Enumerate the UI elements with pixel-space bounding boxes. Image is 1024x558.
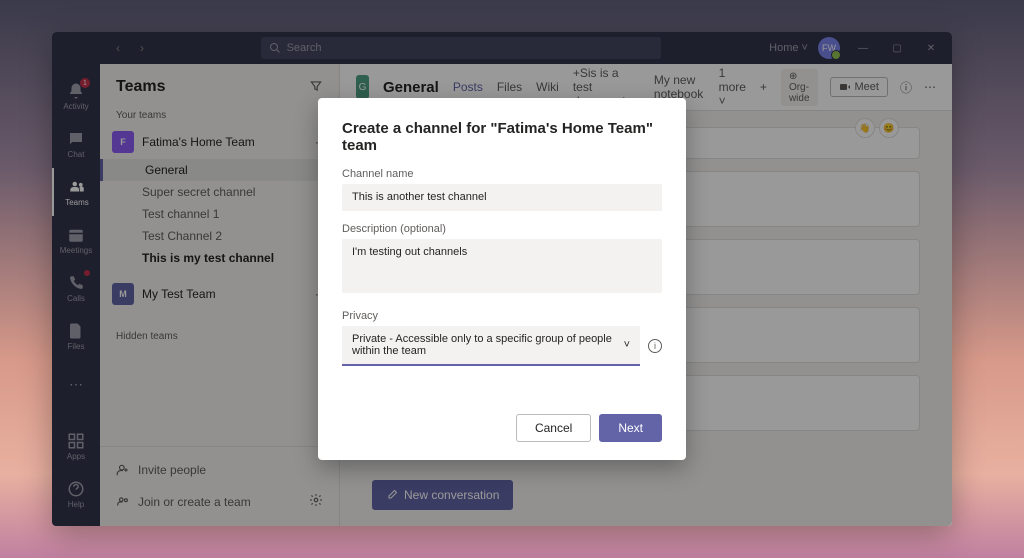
channel-name-label: Channel name xyxy=(342,168,662,180)
modal-overlay: Create a channel for "Fatima's Home Team… xyxy=(52,32,952,526)
app-window: Activity 1 Chat Teams Meetings Calls Fil… xyxy=(52,32,952,526)
next-button[interactable]: Next xyxy=(599,414,662,442)
create-channel-modal: Create a channel for "Fatima's Home Team… xyxy=(318,98,686,460)
privacy-select[interactable]: Private - Accessible only to a specific … xyxy=(342,326,640,366)
modal-title: Create a channel for "Fatima's Home Team… xyxy=(342,120,662,154)
description-label: Description (optional) xyxy=(342,223,662,235)
privacy-label: Privacy xyxy=(342,310,662,322)
cancel-button[interactable]: Cancel xyxy=(516,414,591,442)
description-input[interactable] xyxy=(342,239,662,293)
info-icon[interactable]: i xyxy=(648,339,662,353)
channel-name-input[interactable] xyxy=(342,184,662,211)
chevron-down-icon: ˅ xyxy=(624,339,630,351)
